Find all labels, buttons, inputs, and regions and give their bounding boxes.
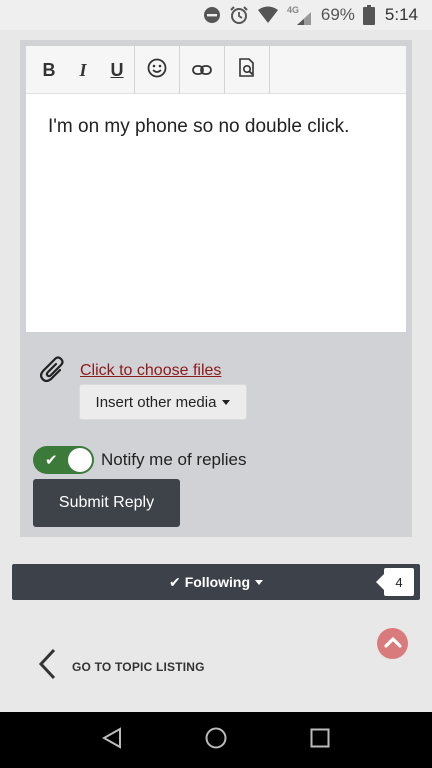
chevron-up-icon bbox=[383, 635, 402, 653]
editor-content[interactable]: I'm on my phone so no double click. bbox=[26, 94, 406, 160]
italic-button[interactable]: I bbox=[66, 46, 100, 94]
insert-other-media-button[interactable]: Insert other media bbox=[79, 384, 247, 420]
bold-label: B bbox=[42, 59, 56, 80]
notify-toggle[interactable]: ✔ bbox=[33, 446, 94, 474]
caret-down-icon bbox=[222, 399, 231, 405]
underline-button[interactable]: U bbox=[100, 46, 134, 94]
go-to-topic-listing-link[interactable]: GO TO TOPIC LISTING bbox=[38, 648, 205, 685]
preview-button[interactable] bbox=[225, 46, 269, 94]
lte-signal-icon: 4G bbox=[287, 4, 313, 26]
follower-count-badge: 4 bbox=[376, 568, 414, 596]
status-bar: 4G 69% 5:14 bbox=[0, 0, 432, 30]
toolbar-divider bbox=[269, 46, 270, 94]
toggle-knob bbox=[68, 448, 92, 472]
preview-icon bbox=[238, 57, 256, 83]
system-nav-bar bbox=[0, 712, 432, 768]
do-not-disturb-icon bbox=[203, 6, 221, 24]
emoji-button[interactable] bbox=[135, 46, 179, 94]
battery-percent: 69% bbox=[320, 5, 355, 24]
chevron-left-icon bbox=[38, 648, 56, 685]
following-label: Following bbox=[184, 574, 251, 590]
notify-row: ✔ Notify me of replies bbox=[33, 446, 247, 474]
following-button[interactable]: ✔ Following 4 bbox=[12, 564, 420, 600]
wifi-icon bbox=[257, 6, 279, 24]
home-nav-icon[interactable] bbox=[205, 727, 227, 754]
choose-files-link[interactable]: Click to choose files bbox=[80, 362, 221, 380]
bold-button[interactable]: B bbox=[32, 46, 66, 94]
link-icon bbox=[192, 60, 212, 81]
recents-nav-icon[interactable] bbox=[310, 728, 330, 753]
clock: 5:14 bbox=[384, 5, 418, 24]
emoji-icon bbox=[147, 58, 167, 83]
notify-label: Notify me of replies bbox=[101, 450, 247, 469]
check-icon: ✔ bbox=[168, 573, 181, 590]
link-button[interactable] bbox=[180, 46, 224, 94]
reply-panel: B I U I'm on my phone so no double click… bbox=[20, 40, 412, 537]
attach-files-row: Click to choose files bbox=[39, 354, 221, 387]
go-to-topic-listing-label: GO TO TOPIC LISTING bbox=[72, 659, 205, 674]
paperclip-icon bbox=[39, 354, 66, 387]
caret-down-icon bbox=[255, 579, 264, 585]
submit-reply-button[interactable]: Submit Reply bbox=[33, 479, 180, 527]
back-to-top-button[interactable] bbox=[377, 628, 408, 659]
back-nav-icon[interactable] bbox=[101, 726, 122, 754]
italic-label: I bbox=[79, 59, 87, 80]
editor-toolbar: B I U bbox=[26, 46, 406, 94]
battery-icon bbox=[362, 5, 375, 25]
svg-text:4G: 4G bbox=[287, 5, 299, 15]
insert-other-media-label: Insert other media bbox=[95, 393, 217, 411]
rich-text-editor: B I U I'm on my phone so no double click… bbox=[25, 45, 407, 333]
alarm-icon bbox=[229, 5, 249, 25]
underline-label: U bbox=[110, 59, 124, 80]
check-icon: ✔ bbox=[45, 452, 58, 469]
